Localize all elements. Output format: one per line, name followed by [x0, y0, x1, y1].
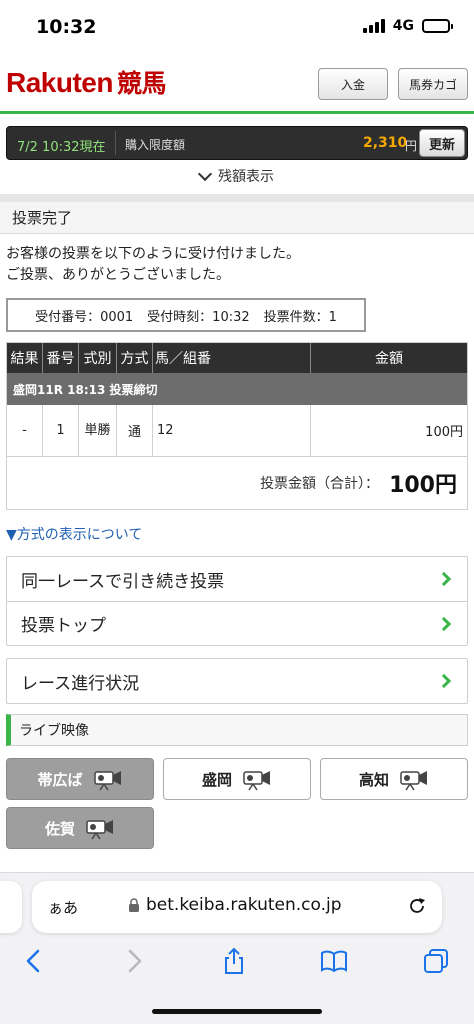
balance-toggle[interactable]: 残額表示 — [0, 162, 474, 190]
chevron-right-icon — [436, 571, 452, 587]
receipt-info: 受付番号：0001 受付時刻：10:32 投票件数：1 — [6, 298, 366, 332]
refresh-button[interactable]: 更新 — [419, 129, 465, 157]
share-icon[interactable] — [220, 947, 248, 975]
rakuten-keiba-logo[interactable]: Rakuten 競馬 — [6, 64, 166, 100]
cell-method: 通 — [117, 405, 153, 456]
camera-icon — [93, 771, 121, 791]
back-icon[interactable] — [20, 947, 48, 975]
col-method: 方式 — [117, 343, 153, 373]
venue-label: 帯広ば — [37, 770, 83, 789]
camera-icon — [400, 771, 427, 791]
balance-toggle-label: 残額表示 — [218, 169, 274, 185]
message-line-2: ご投票、ありがとうございました。 — [6, 267, 230, 283]
camera-icon — [243, 771, 270, 791]
site-header: Rakuten 競馬 入金 馬券カゴ — [0, 56, 474, 114]
total-label: 投票金額（合計）： — [260, 476, 380, 492]
browser-toolbar: ぁあ bet.keiba.rakuten.co.jp — [0, 872, 474, 1024]
col-number: 番号 — [43, 343, 79, 373]
status-bar: 10:32 4G — [0, 0, 474, 56]
receipt-number: 受付番号：0001 — [35, 309, 134, 325]
network-type: 4G — [392, 18, 414, 34]
previous-tab-edge[interactable] — [0, 881, 22, 933]
divider — [0, 194, 474, 202]
live-button-kochi[interactable]: 高知 — [320, 758, 468, 800]
forward-icon[interactable] — [120, 947, 148, 975]
limit-amount: 2,310 — [363, 135, 408, 151]
race-progress-label: レース進行状況 — [21, 673, 140, 694]
url-text: bet.keiba.rakuten.co.jp — [146, 895, 342, 915]
reader-options-button[interactable]: ぁあ — [48, 897, 78, 918]
venue-label: 盛岡 — [201, 770, 232, 789]
limit-label: 購入限度額 — [125, 138, 186, 152]
venue-label: 高知 — [358, 770, 389, 789]
cell-combo: 12 — [153, 405, 311, 456]
limit-unit: 円 — [405, 139, 418, 153]
message-line-1: お客様の投票を以下のように受け付けました。 — [6, 246, 300, 262]
confirmation-message: お客様の投票を以下のように受け付けました。 ご投票、ありがとうございました。 — [6, 244, 466, 286]
method-display-link[interactable]: ▼方式の表示について — [6, 524, 142, 544]
reload-icon[interactable] — [406, 895, 428, 917]
status-time: 10:32 — [36, 16, 97, 38]
chevron-down-icon — [197, 166, 213, 181]
col-type: 式別 — [79, 343, 117, 373]
total-amount: 100円 — [389, 473, 457, 498]
lock-icon — [129, 898, 139, 912]
home-indicator — [152, 1009, 322, 1014]
ticket-cart-button[interactable]: 馬券カゴ — [398, 68, 468, 100]
table-header: 結果 番号 式別 方式 馬／組番 金額 — [7, 343, 467, 373]
tabs-icon[interactable] — [422, 947, 450, 975]
chevron-right-icon — [436, 673, 452, 689]
ticket-count: 投票件数：1 — [263, 309, 337, 325]
camera-icon — [86, 820, 113, 840]
live-video-heading: ライブ映像 — [6, 714, 468, 746]
col-combo: 馬／組番 — [153, 343, 311, 373]
status-indicators: 4G — [362, 18, 453, 34]
cell-number: 1 — [43, 405, 79, 456]
race-label: 盛岡11R 18:13 投票締切 — [7, 373, 467, 405]
page-title: 投票完了 — [0, 202, 474, 234]
as-of-datetime: 7/2 10:32現在 — [17, 140, 106, 155]
signal-icon — [362, 19, 385, 33]
divider — [115, 131, 116, 155]
table-row: - 1 単勝 通 12 100円 — [7, 405, 467, 457]
bookmarks-icon[interactable] — [320, 947, 348, 975]
receipt-time: 受付時刻：10:32 — [147, 309, 250, 325]
cell-result: - — [7, 405, 43, 456]
continue-voting-link[interactable]: 同一レースで引き続き投票 — [7, 557, 467, 601]
nav-group: レース進行状況 — [6, 658, 468, 704]
col-amount: 金額 — [375, 351, 403, 367]
live-button-morioka[interactable]: 盛岡 — [163, 758, 311, 800]
purchase-limit-bar: 7/2 10:32現在 購入限度額 2,310 円 更新 — [6, 126, 468, 160]
continue-voting-label: 同一レースで引き続き投票 — [21, 571, 225, 592]
voting-top-label: 投票トップ — [21, 616, 106, 636]
cell-type: 単勝 — [79, 405, 117, 456]
venue-label: 佐賀 — [44, 819, 75, 838]
live-button-obihiro[interactable]: 帯広ば — [6, 758, 154, 800]
cell-amount: 100円 — [425, 425, 463, 440]
address-bar[interactable]: ぁあ bet.keiba.rakuten.co.jp — [32, 881, 442, 933]
deposit-button[interactable]: 入金 — [318, 68, 388, 100]
total-row: 投票金額（合計）： 100円 — [7, 457, 467, 509]
voting-top-link[interactable]: 投票トップ — [7, 601, 467, 645]
url-display[interactable]: bet.keiba.rakuten.co.jp — [128, 895, 342, 915]
bet-table: 結果 番号 式別 方式 馬／組番 金額 盛岡11R 18:13 投票締切 - 1… — [6, 342, 468, 510]
battery-icon — [422, 19, 453, 33]
live-button-saga[interactable]: 佐賀 — [6, 807, 154, 849]
chevron-right-icon — [436, 616, 452, 631]
nav-group: 同一レースで引き続き投票 投票トップ — [6, 556, 468, 646]
col-result: 結果 — [7, 343, 43, 373]
race-progress-link[interactable]: レース進行状況 — [7, 659, 467, 703]
cell-type-text: 単勝 — [84, 423, 111, 438]
